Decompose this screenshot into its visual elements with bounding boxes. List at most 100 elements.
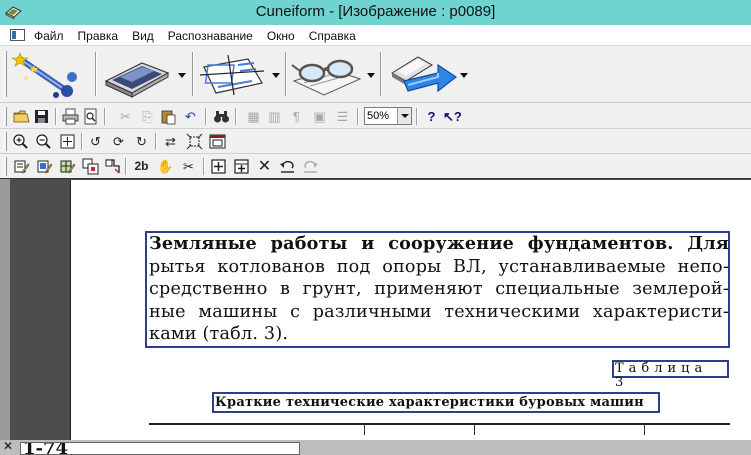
split-block-icon[interactable]: [104, 158, 121, 175]
toolbar-separator: [192, 52, 194, 96]
view-toolbar: ↺ ⟳ ↻ ⇄: [0, 129, 751, 154]
main-toolbar: [0, 46, 751, 103]
cut-icon[interactable]: ✂: [117, 108, 134, 125]
undo-icon[interactable]: ↶: [182, 108, 199, 125]
zoom-select[interactable]: 50%: [364, 107, 412, 125]
recognized-text-preview[interactable]: 1-74: [20, 442, 300, 455]
edit-text-block-icon[interactable]: [13, 158, 30, 175]
actual-size-icon[interactable]: [209, 133, 226, 150]
rotate-right-icon[interactable]: ↻: [133, 133, 150, 150]
toolbar-separator: [104, 108, 106, 125]
text-block-table-heading[interactable]: Краткие технические характеристики буров…: [212, 392, 660, 413]
bottom-text-window: ✕ 1-74: [0, 439, 751, 455]
paragraph-text: Земляные работы и сооружение фундаментов…: [149, 233, 729, 346]
title-bar: Cuneiform - [Изображение : p0089]: [0, 0, 751, 25]
refresh-icon[interactable]: ⇄: [162, 133, 179, 150]
preview-text: 1-74: [23, 442, 69, 455]
save-disk-icon[interactable]: [33, 108, 50, 125]
layout-page-icon[interactable]: [198, 51, 268, 99]
fit-page-icon[interactable]: [59, 133, 76, 150]
close-icon[interactable]: ✕: [3, 439, 13, 453]
zoom-value: 50%: [367, 110, 390, 122]
frame-icon[interactable]: ▣: [311, 108, 328, 125]
chevron-down-icon[interactable]: [272, 73, 280, 78]
table-column-rule: [474, 425, 475, 435]
paragraph-icon[interactable]: ¶: [288, 108, 305, 125]
print-icon[interactable]: [62, 108, 79, 125]
paragraph-line-2: рытья котлованов под опоры ВЛ, устанавли…: [149, 256, 729, 277]
workspace-left-strip: [0, 179, 10, 441]
undo-layout-icon[interactable]: [279, 158, 296, 175]
add-table-icon[interactable]: [233, 158, 250, 175]
toolbar-separator: [203, 158, 205, 175]
menu-window[interactable]: Окно: [267, 29, 295, 43]
paragraph-line-1: Земляные работы и сооружение фундаментов…: [149, 233, 729, 254]
columns-icon[interactable]: ▥: [266, 108, 283, 125]
paste-icon[interactable]: [160, 108, 177, 125]
layout-toolbar: 2b ✋ ✂ ✕: [0, 154, 751, 179]
pan-hand-icon[interactable]: ✋: [157, 158, 174, 175]
table-column-rule: [364, 425, 365, 435]
menu-help[interactable]: Справка: [309, 29, 356, 43]
wizard-icon[interactable]: [12, 51, 82, 99]
menu-edit[interactable]: Правка: [78, 29, 119, 43]
chevron-down-icon[interactable]: [397, 108, 411, 124]
cut-scissors-icon[interactable]: ✂: [180, 158, 197, 175]
zoom-in-icon[interactable]: [12, 133, 29, 150]
toolbar-separator: [416, 108, 418, 125]
open-folder-icon[interactable]: [13, 108, 30, 125]
document-window-icon[interactable]: [10, 29, 25, 41]
menu-items: Файл Правка Вид Распознавание Окно Справ…: [34, 29, 370, 43]
scanner-icon[interactable]: [102, 51, 172, 99]
text-direction-icon[interactable]: 2b: [133, 158, 150, 175]
text-block-table-caption[interactable]: Таблица 3: [612, 360, 729, 390]
edit-picture-block-icon[interactable]: [36, 158, 53, 175]
table-icon[interactable]: ▦: [245, 108, 262, 125]
align-icon[interactable]: ☰: [334, 108, 351, 125]
rotate-180-icon[interactable]: ⟳: [110, 133, 127, 150]
edit-table-block-icon[interactable]: [59, 158, 76, 175]
table-column-rule: [644, 425, 645, 435]
add-block-icon[interactable]: [210, 158, 227, 175]
scanned-page[interactable]: Земляные работы и сооружение фундаментов…: [70, 180, 751, 441]
toolbar-separator: [285, 52, 287, 96]
help-icon[interactable]: ?: [423, 108, 440, 125]
paragraph-line-4: ные машины с различными техническими хар…: [149, 301, 729, 322]
toolbar-grip[interactable]: [4, 107, 7, 126]
copy-icon[interactable]: ⎘: [139, 108, 156, 125]
table-top-rule: [149, 423, 730, 425]
paragraph-line-3: средственно в грунт, применяют специальн…: [149, 279, 729, 299]
rotate-left-icon[interactable]: ↺: [87, 133, 104, 150]
zoom-out-icon[interactable]: [35, 133, 52, 150]
paragraph-line-5: ками (табл. 3).: [149, 324, 289, 344]
recognize-glasses-icon[interactable]: [290, 51, 364, 99]
window-title: Cuneiform - [Изображение : p0089]: [255, 3, 496, 20]
toolbar-separator: [380, 52, 382, 96]
text-block-paragraph[interactable]: Земляные работы и сооружение фундаментов…: [145, 231, 730, 348]
toolbar-grip[interactable]: [4, 157, 7, 176]
redo-layout-icon[interactable]: [302, 158, 319, 175]
save-export-icon[interactable]: [384, 51, 458, 99]
menu-file[interactable]: Файл: [34, 29, 64, 43]
toolbar-separator: [357, 108, 359, 125]
image-workspace: Земляные работы и сооружение фундаментов…: [0, 178, 751, 441]
context-help-icon[interactable]: ↖?: [443, 108, 462, 125]
fit-width-icon[interactable]: [186, 133, 203, 150]
toolbar-separator: [235, 108, 237, 125]
standard-toolbar: ✂ ⎘ ↶ ▦ ▥ ¶ ▣ ☰ 50% ? ↖?: [0, 104, 751, 129]
find-binoculars-icon[interactable]: [213, 108, 230, 125]
menu-view[interactable]: Вид: [132, 29, 154, 43]
delete-block-icon[interactable]: ✕: [256, 158, 273, 175]
chevron-down-icon[interactable]: [178, 73, 186, 78]
toolbar-grip[interactable]: [4, 132, 7, 151]
toolbar-separator: [81, 133, 83, 150]
toolbar-separator: [55, 108, 57, 125]
toolbar-grip[interactable]: [4, 51, 7, 97]
merge-blocks-icon[interactable]: [82, 158, 99, 175]
menu-recognition[interactable]: Распознавание: [168, 29, 253, 43]
print-preview-icon[interactable]: [82, 108, 99, 125]
toolbar-separator: [205, 108, 207, 125]
chevron-down-icon[interactable]: [460, 73, 468, 78]
toolbar-separator: [155, 133, 157, 150]
chevron-down-icon[interactable]: [367, 73, 375, 78]
